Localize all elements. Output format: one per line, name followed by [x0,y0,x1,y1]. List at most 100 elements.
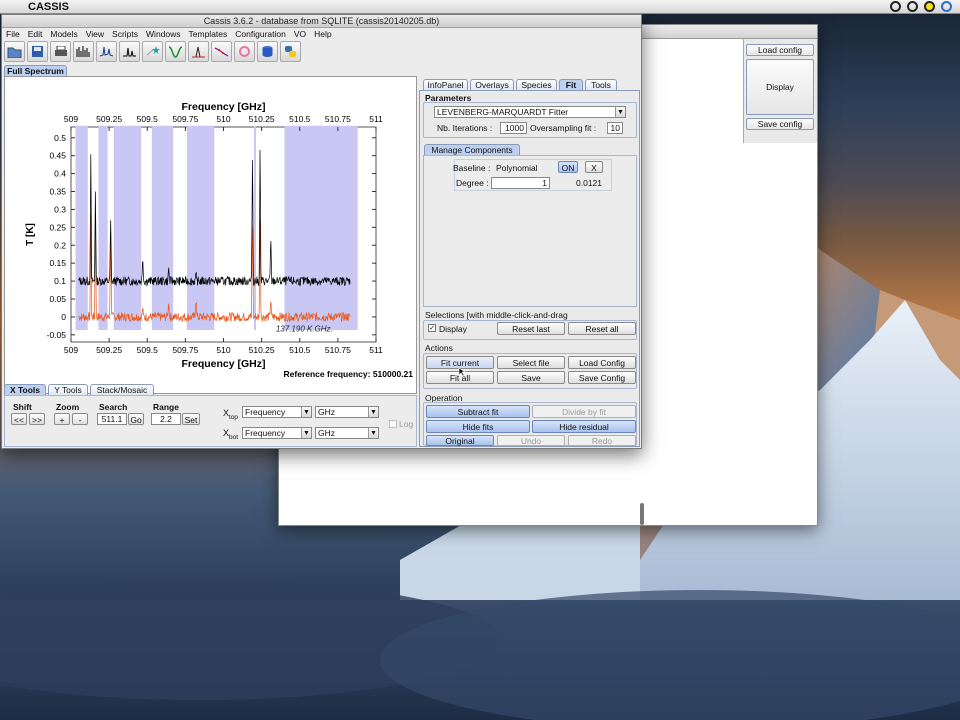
spectrum-icon[interactable] [96,41,117,62]
range-set-button[interactable]: Set [182,413,200,425]
subtract-fit-button[interactable]: Subtract fit [426,405,530,418]
reset-last-button[interactable]: Reset last [497,322,565,335]
redo-button[interactable]: Redo [568,435,636,446]
menu-configuration[interactable]: Configuration [231,29,290,40]
menu-edit[interactable]: Edit [24,29,47,40]
python-icon[interactable] [280,41,301,62]
xbot-unit-select[interactable]: GHz ▼ [315,427,379,439]
actions-label: Actions [425,343,453,353]
hide-residual-button[interactable]: Hide residual [532,420,636,433]
y-tick-label: 0.15 [49,258,66,268]
log-label: Log [399,419,414,429]
shift-left-button[interactable]: << [11,413,27,425]
menu-templates[interactable]: Templates [185,29,232,40]
log-checkbox[interactable] [389,420,397,428]
display-button[interactable]: Display [746,59,814,115]
original-button[interactable]: Original [426,435,494,446]
tab-y-tools[interactable]: Y Tools [48,384,88,395]
chevron-down-icon: ▼ [301,407,311,417]
search-input[interactable]: 511.1 [97,413,127,425]
undo-button[interactable]: Undo [497,435,565,446]
cassis-main-window: Cassis 3.6.2 - database from SQLITE (cas… [1,14,642,449]
menu-scripts[interactable]: Scripts [108,29,142,40]
selection-region-3 [151,125,174,330]
tab-manage-components[interactable]: Manage Components [424,144,520,155]
tab-tools[interactable]: Tools [585,79,617,90]
tab-x-tools[interactable]: X Tools [4,384,46,395]
display-checkbox[interactable]: ✓ [428,324,436,332]
x-tick-label-bottom: 509.5 [137,345,159,355]
oversampling-input[interactable]: 10 [607,122,623,134]
notification-icon[interactable] [924,1,935,12]
tab-stack-mosaic[interactable]: Stack/Mosaic [90,384,154,395]
line-fit-icon[interactable] [188,41,209,62]
menu-help[interactable]: Help [310,29,335,40]
search-go-button[interactable]: Go [128,413,144,425]
app-menu-name[interactable]: CASSIS [28,1,69,13]
x-tick-label-bottom: 510.75 [325,345,351,355]
xtop-type-select[interactable]: Frequency ▼ [242,406,312,418]
rotational-diagram-icon[interactable] [211,41,232,62]
range-label: Range [153,402,179,412]
reference-frequency: Reference frequency: 510000.21 [284,369,414,379]
open-folder-icon[interactable] [4,41,25,62]
status-icon[interactable] [907,1,918,12]
fitter-select[interactable]: LEVENBERG-MARQUARDT Fitter ▼ [434,106,626,118]
divide-by-fit-button[interactable]: Divide by fit [532,405,636,418]
x-tick-label-bottom: 510.5 [289,345,311,355]
bars-icon[interactable] [73,41,94,62]
save-config-button[interactable]: Save config [746,118,814,130]
load-config-action-button[interactable]: Load Config [568,356,636,369]
spectrum-peaks-icon[interactable] [119,41,140,62]
absorption-line-icon[interactable] [165,41,186,62]
menu-windows[interactable]: Windows [142,29,184,40]
shift-right-button[interactable]: >> [29,413,45,425]
reset-all-button[interactable]: Reset all [568,322,636,335]
database-icon[interactable] [257,41,278,62]
y-tick-label: 0.5 [54,133,66,143]
iterations-input[interactable]: 1000 [500,122,527,134]
select-file-button[interactable]: Select file [497,356,565,369]
sync-icon[interactable] [941,1,952,12]
degree-input[interactable]: 1 [491,177,550,189]
x-tick-label-top: 510 [216,114,230,124]
y-tick-label: 0.1 [54,276,66,286]
x-tick-label-top: 509.75 [172,114,198,124]
load-config-button[interactable]: Load config [746,44,814,56]
y-axis-label: T [K] [25,223,36,246]
xtop-unit-select[interactable]: GHz ▼ [315,406,379,418]
menu-view[interactable]: View [82,29,108,40]
baseline-on-button[interactable]: ON [558,161,578,173]
config-panel: Load config Display Save config [743,39,817,143]
tab-species[interactable]: Species [516,79,557,90]
printer-icon[interactable] [50,41,71,62]
tab-fit[interactable]: Fit [559,79,583,90]
hide-fits-button[interactable]: Hide fits [426,420,530,433]
save-button[interactable]: Save [497,371,565,384]
spectrum-chart[interactable]: 509 509 509.25 509.25 509.5 509.5 509.75 509.75… [5,77,416,393]
xbot-type-select[interactable]: Frequency ▼ [242,427,312,439]
record-icon[interactable] [890,1,901,12]
zoom-in-button[interactable]: + [54,413,70,425]
tab-infopanel[interactable]: InfoPanel [423,79,468,90]
zoom-out-button[interactable]: - [72,413,88,425]
window-title[interactable]: Cassis 3.6.2 - database from SQLITE (cas… [2,15,641,28]
degree-result: 0.0121 [576,178,602,188]
oversampling-label: Oversampling fit : [530,123,597,133]
x-tick-label-top: 509.5 [137,114,159,124]
menu-models[interactable]: Models [46,29,81,40]
bottom-axis-label: Frequency [GHz] [181,358,265,370]
comet-star-icon[interactable] [142,41,163,62]
menu-file[interactable]: File [2,29,24,40]
baseline-remove-button[interactable]: X [585,161,603,173]
save-config-action-button[interactable]: Save Config [568,371,636,384]
loop-icon[interactable] [234,41,255,62]
range-input[interactable]: 2.2 [151,413,181,425]
tab-overlays[interactable]: Overlays [470,79,514,90]
x-tick-label-bottom: 509.25 [96,345,122,355]
save-disk-icon[interactable] [27,41,48,62]
menu-vo[interactable]: VO [290,29,310,40]
y-tick-label: -0.05 [47,330,67,340]
x-tick-label-bottom: 509 [64,345,78,355]
scrollbar-thumb[interactable] [640,503,644,525]
